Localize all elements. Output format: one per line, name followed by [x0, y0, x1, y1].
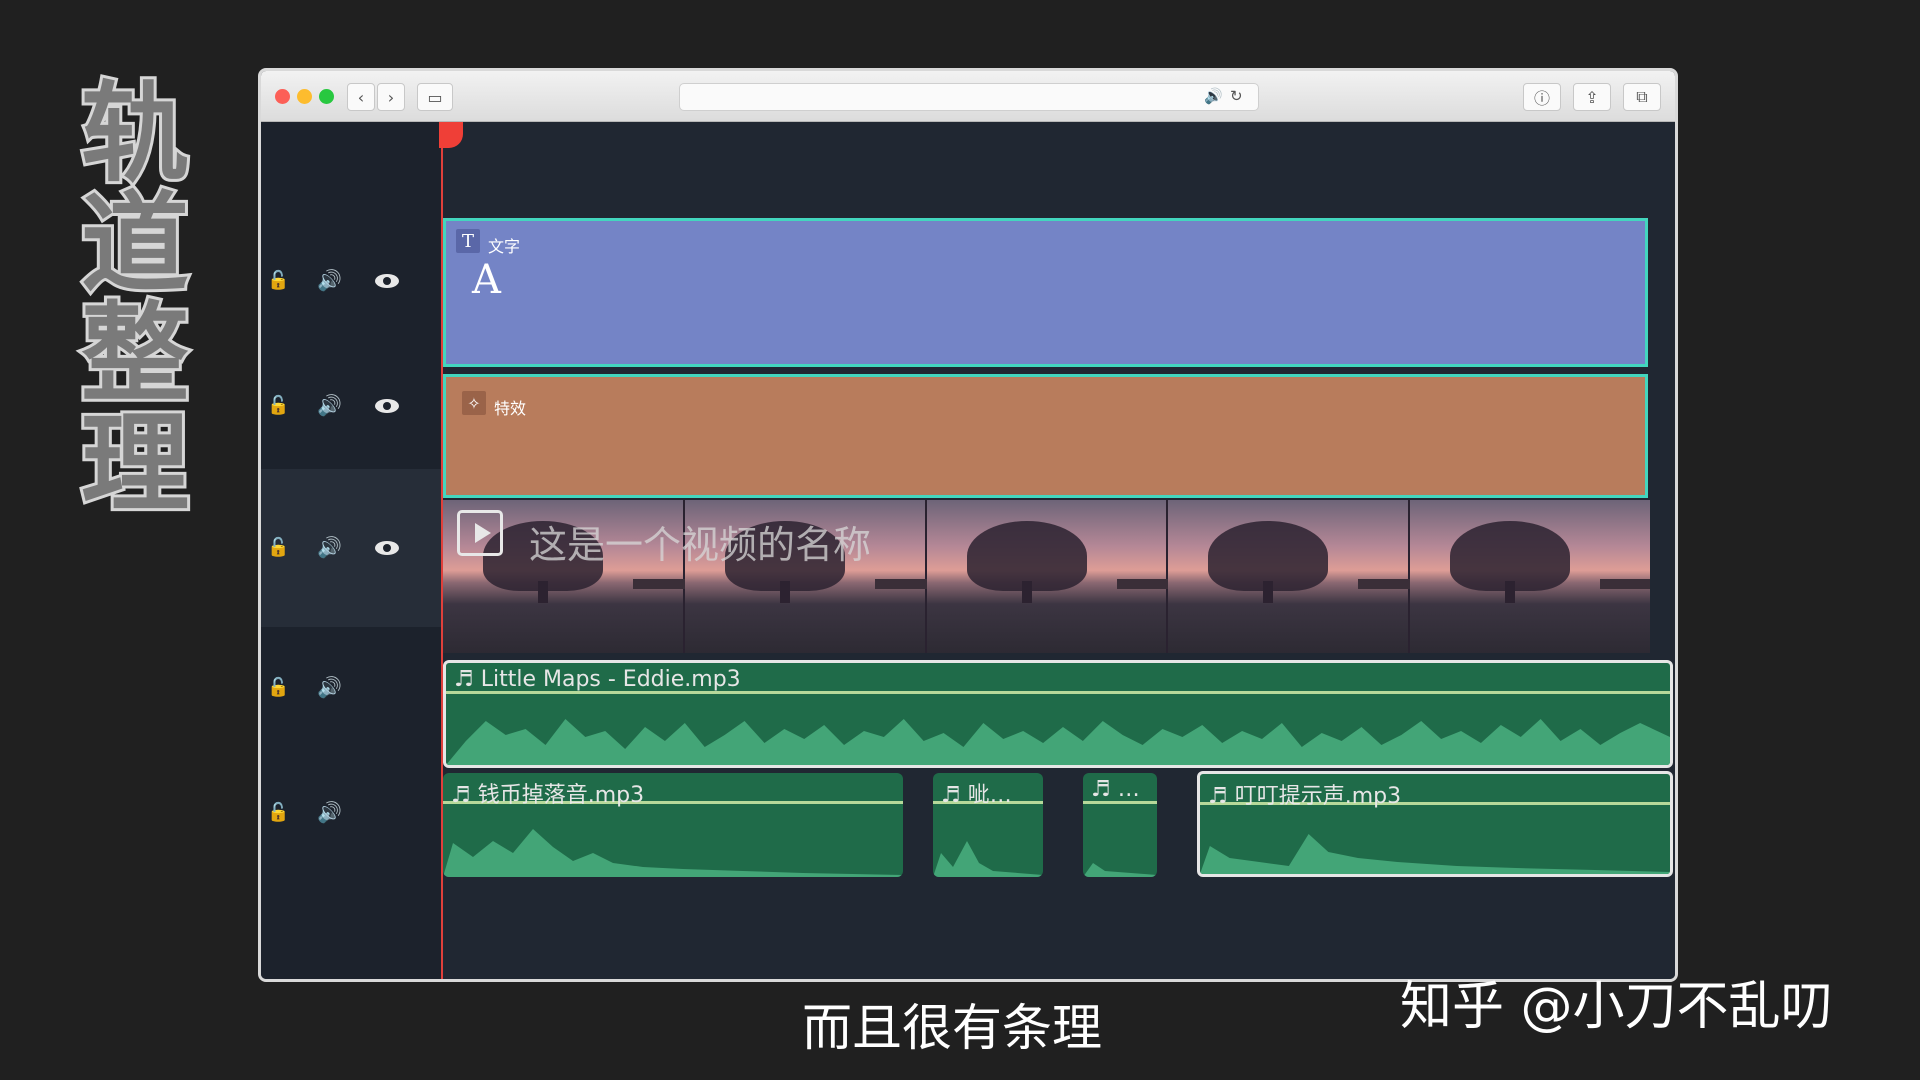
audio-clip-ding[interactable]: ♬ 叮叮提示声.mp3 — [1197, 771, 1673, 877]
video-thumbnail — [1168, 500, 1419, 653]
video-clip-title: 这是一个视频的名称 — [529, 523, 872, 567]
side-title-char: 整 — [78, 292, 192, 417]
tabs-button[interactable]: ⧉ — [1623, 83, 1661, 111]
share-icon: ⇪ — [1585, 87, 1599, 107]
tabs-icon: ⧉ — [1636, 87, 1648, 106]
unlock-icon[interactable]: 🔓 — [267, 802, 289, 823]
text-glyph-icon: A — [472, 257, 501, 303]
zoom-window-button[interactable] — [319, 89, 334, 104]
eye-icon[interactable] — [375, 399, 399, 413]
audio-clip-name: ♬ … — [1091, 777, 1140, 802]
sidebar-toggle-button[interactable]: ▭ — [417, 83, 453, 111]
sidebar-icon: ▭ — [427, 87, 443, 107]
play-icon — [457, 510, 503, 556]
speaker-icon[interactable]: 🔊 — [317, 675, 342, 699]
audio-clip-name: ♬ Little Maps - Eddie.mp3 — [454, 667, 741, 692]
effect-clip-label: 特效 — [494, 399, 527, 418]
info-button[interactable]: ⓘ — [1523, 83, 1561, 111]
browser-titlebar: ‹ › ▭ 🔊 ↻ ⓘ ⇪ ⧉ — [261, 71, 1675, 122]
unlock-icon[interactable]: 🔓 — [267, 270, 289, 291]
waveform — [443, 829, 903, 877]
video-thumbnail — [1410, 500, 1650, 653]
audio-clip-name: ♬ 钱币掉落音.mp3 — [451, 783, 645, 808]
track-header-video: 🔓 🔊 — [261, 469, 441, 627]
playhead[interactable] — [441, 122, 443, 979]
forward-button[interactable]: › — [377, 83, 405, 111]
text-clip-label: 文字 — [488, 237, 521, 256]
video-thumbnail — [926, 500, 1177, 653]
waveform — [933, 841, 1043, 877]
audio-clip-name: ♬ 呲… — [941, 783, 1012, 808]
unlock-icon[interactable]: 🔓 — [267, 395, 289, 416]
eye-icon[interactable] — [375, 541, 399, 555]
track-header-audio-2: 🔓 🔊 — [261, 752, 441, 877]
audio-clip-coin[interactable]: ♬ 钱币掉落音.mp3 — [443, 773, 903, 877]
effect-clip[interactable]: ✧ 特效 — [443, 374, 1648, 498]
speaker-icon[interactable]: 🔊 — [317, 268, 342, 292]
speaker-icon[interactable]: 🔊 — [317, 535, 342, 559]
side-title: 轨 道 整 理 — [78, 72, 192, 527]
eye-icon[interactable] — [375, 274, 399, 288]
audio-clip-short-2[interactable]: ♬ … — [1083, 773, 1157, 877]
watermark: 知乎 @小刀不乱叨 — [1400, 977, 1833, 1037]
track-header-effect: 🔓 🔊 — [261, 343, 441, 469]
audio-clip-short-1[interactable]: ♬ 呲… — [933, 773, 1043, 877]
track-headers: 🔓 🔊 🔓 🔊 🔓 🔊 🔓 🔊 🔓 🔊 — [261, 122, 441, 979]
chevron-left-icon: ‹ — [357, 87, 365, 107]
audio-playing-icon[interactable]: 🔊 — [1204, 87, 1223, 105]
info-icon: ⓘ — [1533, 89, 1550, 108]
unlock-icon[interactable]: 🔓 — [267, 677, 289, 698]
close-window-button[interactable] — [275, 89, 290, 104]
track-header-audio-1: 🔓 🔊 — [261, 627, 441, 752]
audio-clip-name: ♬ 叮叮提示声.mp3 — [1208, 784, 1402, 809]
speaker-icon[interactable]: 🔊 — [317, 393, 342, 417]
magic-wand-icon: ✧ — [462, 391, 486, 415]
chevron-right-icon: › — [387, 87, 395, 107]
reload-icon[interactable]: ↻ — [1230, 87, 1243, 105]
waveform — [1083, 863, 1157, 877]
browser-window: ‹ › ▭ 🔊 ↻ ⓘ ⇪ ⧉ 🔓 🔊 🔓 🔊 🔓 🔊 🔓 🔊 🔓 🔊 T 文字… — [258, 68, 1678, 982]
waveform — [1200, 834, 1670, 874]
side-title-char: 理 — [78, 402, 192, 527]
unlock-icon[interactable]: 🔓 — [267, 537, 289, 558]
side-title-char: 道 — [78, 182, 192, 307]
text-clip[interactable]: T 文字 A — [443, 218, 1648, 367]
track-header-text: 🔓 🔊 — [261, 218, 441, 343]
back-button[interactable]: ‹ — [347, 83, 375, 111]
minimize-window-button[interactable] — [297, 89, 312, 104]
waveform — [446, 719, 1670, 765]
address-bar[interactable]: 🔊 ↻ — [679, 83, 1259, 111]
speaker-icon[interactable]: 🔊 — [317, 800, 342, 824]
audio-clip-main[interactable]: ♬ Little Maps - Eddie.mp3 — [443, 660, 1673, 768]
text-tag-icon: T — [456, 229, 480, 253]
share-button[interactable]: ⇪ — [1573, 83, 1611, 111]
video-clip[interactable]: 这是一个视频的名称 — [443, 500, 1650, 653]
side-title-char: 轨 — [78, 72, 192, 197]
